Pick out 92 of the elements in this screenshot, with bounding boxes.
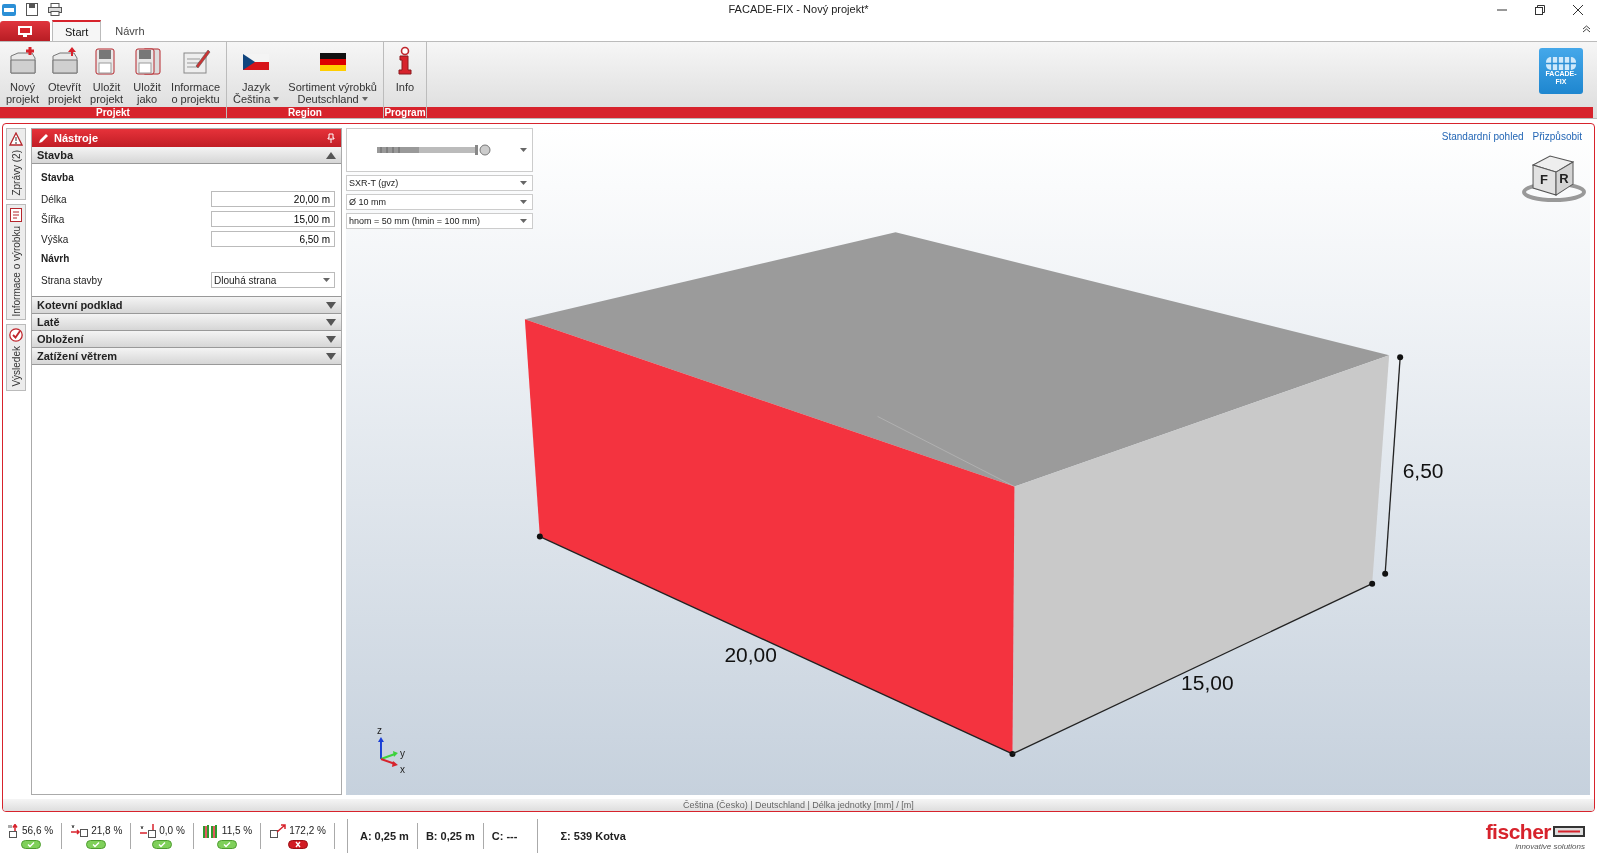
expander-icon[interactable] [326, 151, 336, 159]
new-folder-icon [7, 46, 38, 76]
app-menu-button[interactable] [0, 21, 50, 41]
dropdown[interactable]: Ø 10 mm [346, 194, 533, 210]
caret-icon [520, 219, 527, 223]
ribbon-button[interactable]: Informace o projektu [167, 44, 224, 107]
floppy-disks-icon [132, 46, 163, 76]
ribbon-button[interactable]: Sortiment výrobků Deutschland [284, 44, 381, 107]
group-heading: Návrh [41, 253, 71, 264]
panel-title: Nástroje [54, 132, 99, 144]
section-header[interactable]: Kotevní podklad [32, 297, 341, 314]
utilization-value: 0,0 % [159, 825, 185, 836]
pencil-icon [38, 132, 49, 144]
bars-icon [201, 823, 219, 838]
caret-icon [361, 97, 368, 101]
window-title: FACADE-FIX - Nový projekt* [728, 3, 869, 15]
close-icon[interactable] [1573, 4, 1583, 15]
caret-icon [520, 148, 527, 152]
axis-label: x [399, 763, 405, 775]
ribbon-button[interactable]: Jazyk Čeština [229, 44, 284, 107]
warning-icon [9, 132, 23, 146]
field-label: Délka [41, 193, 67, 205]
document-icon [9, 207, 23, 222]
axis-label: z [377, 724, 382, 736]
dimension-label: 15,00 [1181, 670, 1234, 694]
anchor-icon [377, 144, 492, 156]
load-arrow-icon [139, 823, 157, 838]
pin-icon[interactable] [327, 133, 335, 143]
caret-icon [273, 97, 280, 101]
ribbon-button[interactable]: Nový projekt [2, 44, 44, 107]
print-icon[interactable] [48, 3, 62, 16]
utilization-value: 11,5 % [221, 825, 253, 836]
view-cube[interactable]: F R [1522, 155, 1586, 203]
field-label: Šířka [41, 213, 65, 225]
section-header[interactable]: Obložení [32, 331, 341, 348]
section-header[interactable]: Latě [32, 314, 341, 331]
ribbon-group-label: Region [227, 107, 383, 118]
app-icon[interactable] [2, 3, 16, 16]
load-arrow-icon [70, 823, 89, 838]
ribbon-group-label: Projekt [0, 107, 226, 118]
group-heading: Stavba [41, 172, 75, 183]
ribbon-button[interactable]: Uložit projekt [86, 44, 128, 107]
product-dropdown[interactable] [346, 128, 533, 172]
dimension-label: 20,00 [724, 642, 777, 666]
caret-icon [323, 278, 330, 282]
axis-label: y [399, 747, 405, 759]
dropdown[interactable]: SXR-T (gvz) [346, 175, 533, 191]
section-header[interactable]: Zatížení větrem [32, 348, 341, 365]
dimension-label: 6,50 [1402, 458, 1444, 482]
utilization-value: 21,8 % [91, 825, 123, 836]
spacing-value: B: 0,25 m [425, 830, 475, 842]
save-icon[interactable] [26, 3, 38, 16]
view-link[interactable]: Standardní pohled [1441, 131, 1524, 142]
input-field[interactable]: 15,00 m [211, 211, 335, 227]
ribbon-button[interactable]: Uložit jako [128, 44, 167, 107]
side-tab[interactable]: Výsledek [6, 324, 26, 391]
open-folder-icon [49, 46, 80, 76]
utilization-value: 56,6 % [22, 825, 54, 836]
expander-icon[interactable] [326, 335, 336, 343]
ribbon-group-label: Program [383, 107, 426, 118]
expander-icon[interactable] [326, 352, 336, 360]
side-tab[interactable]: Zprávy (2) [6, 128, 26, 200]
ribbon-tab[interactable]: Návrh [103, 20, 157, 41]
restore-icon[interactable] [1535, 4, 1545, 15]
utilization-value: 172,2 % [289, 825, 326, 836]
expander-icon[interactable] [326, 301, 336, 309]
load-arrow-icon [8, 823, 19, 838]
input-field[interactable]: 6,50 m [211, 231, 335, 247]
field-label: Strana stavby [41, 274, 103, 286]
dropdown[interactable]: hnom = 50 mm (hmin = 100 mm) [346, 213, 533, 229]
axis-triad-icon [377, 736, 398, 767]
collapse-ribbon-icon[interactable] [1582, 25, 1591, 33]
brand-logo: fischer innovative solutions [1485, 821, 1586, 851]
status-text: Čeština (Česko) | Deutschland | Délka jednotky [mm] / [m] [683, 800, 914, 810]
dropdown[interactable]: Dlouhá strana [211, 272, 335, 288]
load-arrow-icon [269, 823, 287, 838]
side-tab[interactable]: Informace o výrobku [6, 203, 26, 321]
monitor-icon [18, 25, 32, 37]
field-label: Výška [41, 233, 69, 245]
view-link[interactable]: Přizpůsobit [1532, 131, 1582, 142]
checkmark-icon [9, 328, 23, 343]
ribbon-button[interactable]: Info [385, 44, 424, 107]
input-field[interactable]: 20,00 m [211, 191, 335, 207]
spacing-value: A: 0,25 m [359, 830, 409, 842]
caret-icon [520, 181, 527, 185]
expander-icon[interactable] [326, 318, 336, 326]
anchor-total: Σ: 539 Kotva [560, 830, 626, 842]
section-header[interactable]: Stavba [32, 147, 341, 164]
caret-icon [520, 200, 527, 204]
spacing-value: C: --- [491, 830, 518, 842]
ribbon-button[interactable]: Otevřít projekt [44, 44, 86, 107]
ribbon-tab[interactable]: Start [52, 20, 102, 41]
